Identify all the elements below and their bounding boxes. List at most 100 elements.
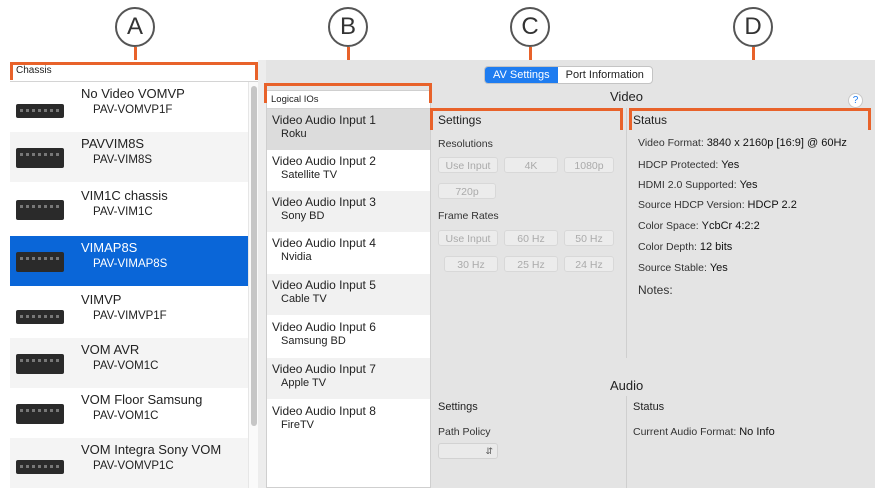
chassis-model: PAV-VIM8S [93,154,153,166]
chassis-item-selected[interactable]: VIMAP8S PAV-VIMAP8S [10,236,248,286]
chassis-item[interactable]: VOM Integra Sony VOM PAV-VOMVP1C [10,438,248,488]
chassis-name: VOM AVR [81,342,140,357]
chevron-updown-icon: ⇵ [485,446,493,456]
tab-bar: AV Settings Port Information [484,66,653,84]
device-thumbnail [16,310,64,324]
io-item[interactable]: Video Audio Input 7 Apple TV [267,358,430,399]
device-thumbnail [16,200,64,220]
resolution-use-input[interactable]: Use Input [438,157,498,173]
resolution-1080p[interactable]: 1080p [564,157,614,173]
frame-rate-50[interactable]: 50 Hz [564,230,614,246]
color-depth-line: Color Depth: 12 bits [638,241,732,253]
chassis-item[interactable]: VIMVP PAV-VIMVP1F [10,288,248,338]
path-policy-label: Path Policy [438,426,491,438]
callout-d: D [733,7,773,47]
chassis-name: No Video VOMVP [81,86,185,101]
color-space-label: Color Space: [638,220,699,232]
video-format-label: Video Format: [638,137,704,149]
bracket-c [430,108,623,130]
frame-rate-60[interactable]: 60 Hz [504,230,558,246]
chassis-name: VIMVP [81,292,122,307]
io-name: Video Audio Input 5 [272,278,376,292]
frame-rates-label: Frame Rates [438,210,499,222]
path-policy-select[interactable]: ⇵ [438,443,498,459]
panel-divider[interactable] [258,60,266,488]
audio-status-title: Status [633,401,665,413]
io-source: Sony BD [281,210,325,222]
chassis-item[interactable]: PAVVIM8S PAV-VIM8S [10,132,248,182]
io-item-selected[interactable]: Video Audio Input 1 Roku [267,109,430,150]
current-audio-format-label: Current Audio Format: [633,426,737,438]
io-item[interactable]: Video Audio Input 3 Sony BD [267,191,430,232]
callout-a: A [115,7,155,47]
bracket-d [629,108,871,130]
io-item[interactable]: Video Audio Input 2 Satellite TV [267,150,430,191]
video-title: Video [610,89,644,104]
chassis-panel: Chassis No Video VOMVP PAV-VOMVP1F PAVVI… [10,60,259,488]
chassis-item[interactable]: No Video VOMVP PAV-VOMVP1F [10,82,248,132]
callout-c: C [510,7,550,47]
io-item[interactable]: Video Audio Input 8 FireTV [267,400,430,441]
audio-column-separator [626,396,627,488]
chassis-model: PAV-VIM1C [93,206,153,218]
logical-ios-panel: Logical IOs Video Audio Input 1 Roku Vid… [266,90,431,488]
frame-rate-25[interactable]: 25 Hz [504,256,558,272]
bracket-b [264,83,432,103]
device-thumbnail [16,148,64,168]
io-source: Apple TV [281,377,327,389]
current-audio-format-value: No Info [739,426,775,438]
hdmi-line: HDMI 2.0 Supported: Yes [638,179,758,191]
resolution-4k[interactable]: 4K [504,157,558,173]
chassis-name: VIMAP8S [81,240,138,255]
io-source: Satellite TV [281,169,338,181]
io-name: Video Audio Input 7 [272,362,376,376]
help-icon[interactable]: ? [848,93,863,108]
chassis-model: PAV-VIMAP8S [93,258,168,270]
hdmi-value: Yes [739,179,758,191]
io-name: Video Audio Input 8 [272,404,376,418]
frame-rate-use-input[interactable]: Use Input [438,230,498,246]
callout-b: B [328,7,368,47]
io-source: Samsung BD [281,335,346,347]
device-thumbnail [16,404,64,424]
video-format-value: 3840 x 2160p [16:9] @ 60Hz [706,137,847,149]
io-name: Video Audio Input 2 [272,154,376,168]
source-hdcp-value: HDCP 2.2 [747,199,797,211]
device-thumbnail [16,354,64,374]
video-format-line: Video Format: 3840 x 2160p [16:9] @ 60Hz [638,137,847,149]
video-column-separator [626,108,627,358]
io-item[interactable]: Video Audio Input 6 Samsung BD [267,316,430,357]
io-item[interactable]: Video Audio Input 4 Nvidia [267,232,430,273]
resolution-720p[interactable]: 720p [438,183,496,199]
color-depth-label: Color Depth: [638,241,697,253]
io-item[interactable]: Video Audio Input 5 Cable TV [267,274,430,315]
chassis-model: PAV-VOMVP1F [93,104,173,116]
io-name: Video Audio Input 4 [272,236,376,250]
chassis-item[interactable]: VOM Floor Samsung PAV-VOM1C [10,388,248,438]
io-source: Cable TV [281,293,327,305]
chassis-model: PAV-VOM1C [93,360,159,372]
chassis-model: PAV-VIMVP1F [93,310,167,322]
device-thumbnail [16,252,64,272]
source-hdcp-line: Source HDCP Version: HDCP 2.2 [638,199,797,211]
color-space-line: Color Space: YcbCr 4:2:2 [638,220,760,232]
chassis-name: VOM Floor Samsung [81,392,203,407]
tab-port-information[interactable]: Port Information [558,67,652,83]
audio-settings-title: Settings [438,401,478,413]
audio-title: Audio [610,378,644,393]
resolutions-label: Resolutions [438,138,493,150]
chassis-item[interactable]: VOM AVR PAV-VOM1C [10,338,248,388]
io-source: FireTV [281,419,314,431]
chassis-name: PAVVIM8S [81,136,145,151]
frame-rate-30[interactable]: 30 Hz [444,256,498,272]
hdcp-line: HDCP Protected: Yes [638,159,739,171]
chassis-item[interactable]: VIM1C chassis PAV-VIM1C [10,184,248,234]
current-audio-format-line: Current Audio Format: No Info [633,426,775,438]
io-name: Video Audio Input 3 [272,195,376,209]
scroll-thumb[interactable] [251,86,257,426]
chassis-model: PAV-VOM1C [93,410,159,422]
tab-av-settings[interactable]: AV Settings [485,67,558,83]
chassis-name: VOM Integra Sony VOM [81,442,222,457]
device-thumbnail [16,460,64,474]
frame-rate-24[interactable]: 24 Hz [564,256,614,272]
